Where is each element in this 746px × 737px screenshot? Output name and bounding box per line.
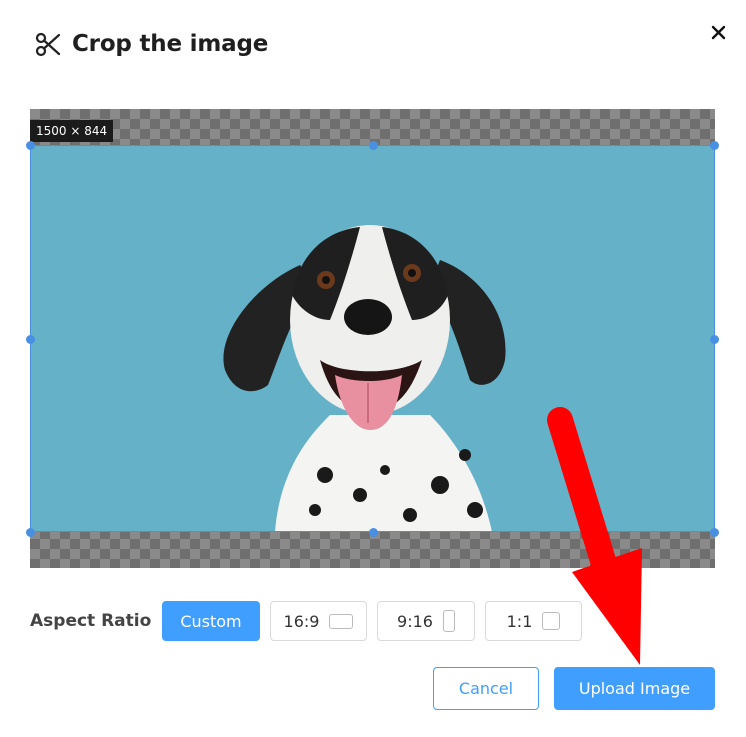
crop-handle-top[interactable] [369, 141, 378, 150]
crop-handle-bottom-left[interactable] [26, 528, 35, 537]
crop-handle-top-right[interactable] [710, 141, 719, 150]
aspect-custom-button[interactable]: Custom [162, 601, 260, 641]
aspect-9-16-label: 9:16 [397, 611, 433, 631]
aspect-ratio-label: Aspect Ratio [30, 611, 152, 631]
portrait-rect-icon [442, 610, 455, 632]
aspect-1-1-button[interactable]: 1:1 [485, 601, 582, 641]
aspect-1-1-label: 1:1 [506, 611, 533, 631]
dialog-title: Crop the image [72, 31, 269, 57]
crop-dialog: Crop the image 1500 × 844 Aspect Ratio C… [0, 0, 746, 737]
crop-canvas[interactable] [30, 109, 715, 568]
aspect-16-9-label: 16:9 [283, 611, 320, 631]
crop-handle-left[interactable] [26, 335, 35, 344]
aspect-9-16-button[interactable]: 9:16 [377, 601, 475, 641]
scissors-icon [34, 30, 62, 58]
crop-handle-top-left[interactable] [26, 141, 35, 150]
landscape-rect-icon [329, 613, 354, 629]
aspect-custom-label: Custom [180, 611, 242, 631]
crop-handle-right[interactable] [710, 335, 719, 344]
dog-photo [30, 145, 715, 532]
crop-handle-bottom[interactable] [369, 528, 378, 537]
close-button[interactable] [708, 22, 730, 44]
crop-handle-bottom-right[interactable] [710, 528, 719, 537]
square-icon [542, 612, 561, 630]
aspect-ratio-row: Aspect Ratio Custom 16:9 9:16 1:1 [30, 601, 592, 641]
dialog-header: Crop the image [34, 30, 268, 58]
upload-image-button[interactable]: Upload Image [554, 667, 715, 710]
cancel-button[interactable]: Cancel [433, 667, 539, 710]
image-size-label: 1500 × 844 [30, 120, 114, 142]
aspect-16-9-button[interactable]: 16:9 [270, 601, 367, 641]
close-icon[interactable] [708, 22, 730, 44]
